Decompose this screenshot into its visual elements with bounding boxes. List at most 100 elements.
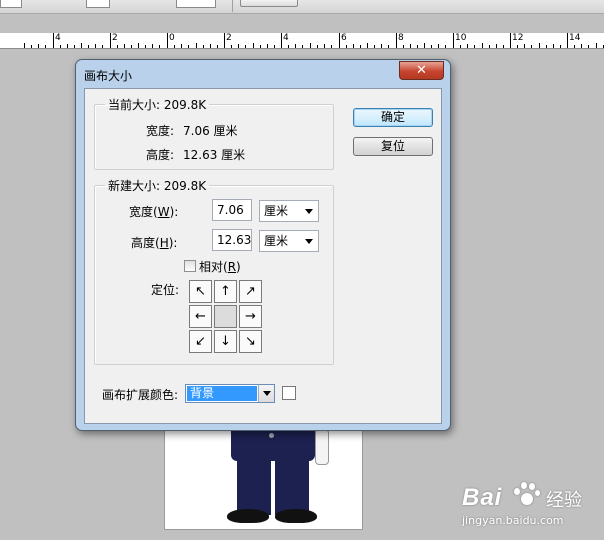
option-field[interactable]	[86, 0, 110, 8]
ruler-minor-tick	[60, 45, 61, 48]
anchor-middle-left[interactable]: ←	[189, 305, 212, 328]
ruler-minor-tick	[353, 44, 354, 48]
chevron-down-icon	[305, 239, 313, 244]
anchor-grid: ↖ ↑ ↗ ← → ↙ ↓ ↘	[189, 280, 263, 354]
ruler-tick	[167, 33, 168, 48]
ruler-minor-tick	[260, 45, 261, 48]
ruler-minor-tick	[124, 44, 125, 48]
option-button[interactable]	[240, 0, 298, 7]
anchor-bottom-center[interactable]: ↓	[214, 330, 237, 353]
dialog-titlebar[interactable]: 画布大小 ✕	[76, 60, 450, 88]
ruler-minor-tick	[588, 45, 589, 48]
reset-button[interactable]: 复位	[353, 137, 433, 156]
canvas-size-dialog: 画布大小 ✕ 当前大小: 209.8K 宽度: 7.06 厘米 高度: 12.6…	[75, 59, 451, 431]
anchor-top-left[interactable]: ↖	[189, 280, 212, 303]
ruler-minor-tick	[360, 45, 361, 48]
current-size-legend: 当前大小: 209.8K	[108, 98, 207, 112]
ruler-minor-tick	[524, 44, 525, 48]
close-button[interactable]: ✕	[399, 61, 444, 80]
ruler-tick	[596, 43, 597, 48]
ruler-tick	[81, 43, 82, 48]
new-width-label: 宽度(W):	[129, 205, 179, 219]
anchor-middle-right[interactable]: →	[239, 305, 262, 328]
ruler-label: 4	[283, 33, 289, 43]
figure-leg	[275, 455, 309, 515]
ok-button[interactable]: 确定	[353, 108, 433, 127]
ruler-minor-tick	[417, 45, 418, 48]
ruler-minor-tick	[438, 44, 439, 48]
dialog-body: 当前大小: 209.8K 宽度: 7.06 厘米 高度: 12.63 厘米 确定…	[84, 88, 442, 424]
option-field[interactable]	[0, 0, 22, 8]
relative-checkbox[interactable]	[184, 260, 196, 272]
width-unit-select[interactable]: 厘米	[259, 200, 319, 222]
option-field[interactable]	[176, 0, 216, 8]
figure-leg	[237, 455, 271, 515]
ruler-tick	[396, 33, 397, 48]
anchor-bottom-left[interactable]: ↙	[189, 330, 212, 353]
height-input[interactable]: 12.63	[212, 229, 252, 251]
ruler-minor-tick	[174, 45, 175, 48]
ruler-minor-tick	[381, 44, 382, 48]
ruler-label: 14	[569, 33, 581, 43]
ruler-minor-tick	[38, 44, 39, 48]
watermark-jingyan: 经验	[546, 490, 582, 511]
ruler-minor-tick	[288, 45, 289, 48]
ruler-tick	[424, 43, 425, 48]
width-input[interactable]: 7.06	[212, 199, 252, 221]
relative-label: 相对(R)	[199, 260, 241, 274]
options-separator	[232, 0, 233, 12]
ruler-minor-tick	[317, 45, 318, 48]
ruler-minor-tick	[431, 45, 432, 48]
new-size-legend: 新建大小: 209.8K	[108, 179, 207, 193]
horizontal-ruler: 4 2 0 2 4 6 8 10 12 14	[0, 32, 604, 49]
chevron-down-icon[interactable]	[258, 385, 274, 402]
ruler-minor-tick	[245, 45, 246, 48]
ruler-minor-tick	[159, 45, 160, 48]
ruler-minor-tick	[267, 44, 268, 48]
ruler-minor-tick	[445, 45, 446, 48]
anchor-top-right[interactable]: ↗	[239, 280, 262, 303]
chevron-down-icon	[305, 209, 313, 214]
ruler-minor-tick	[95, 44, 96, 48]
ruler-minor-tick	[203, 45, 204, 48]
ruler-minor-tick	[474, 45, 475, 48]
ruler-minor-tick	[331, 45, 332, 48]
ruler-minor-tick	[45, 45, 46, 48]
extension-color-label: 画布扩展颜色:	[102, 388, 179, 402]
ruler-minor-tick	[553, 44, 554, 48]
extension-color-value: 背景	[187, 386, 257, 401]
ruler-minor-tick	[181, 44, 182, 48]
ruler-tick	[281, 33, 282, 48]
anchor-top-center[interactable]: ↑	[214, 280, 237, 303]
ruler-tick	[482, 43, 483, 48]
ruler-minor-tick	[145, 45, 146, 48]
ruler-minor-tick	[67, 44, 68, 48]
anchor-bottom-right[interactable]: ↘	[239, 330, 262, 353]
ruler-tick	[253, 43, 254, 48]
ruler-minor-tick	[231, 45, 232, 48]
options-bar	[0, 0, 604, 14]
height-unit-select[interactable]: 厘米	[259, 230, 319, 252]
ruler-tick	[24, 43, 25, 48]
ruler-label: 10	[455, 33, 467, 43]
ruler-label: 4	[55, 33, 61, 43]
ruler-minor-tick	[74, 45, 75, 48]
ruler-minor-tick	[188, 45, 189, 48]
extension-color-select[interactable]: 背景	[185, 384, 275, 403]
ruler-tick	[453, 33, 454, 48]
current-width-value: 7.06 厘米	[183, 124, 238, 138]
ruler-label: 12	[512, 33, 524, 43]
ruler-minor-tick	[217, 45, 218, 48]
ruler-tick	[196, 43, 197, 48]
watermark-brand: Bai	[462, 484, 503, 511]
ruler-tick	[539, 43, 540, 48]
ruler-minor-tick	[374, 45, 375, 48]
ruler-minor-tick	[410, 44, 411, 48]
extension-color-swatch[interactable]	[282, 386, 296, 400]
ruler-minor-tick	[460, 45, 461, 48]
ruler-tick	[53, 33, 54, 48]
ruler-minor-tick	[295, 44, 296, 48]
anchor-center[interactable]	[214, 305, 237, 328]
ruler-minor-tick	[388, 45, 389, 48]
new-height-label: 高度(H):	[131, 236, 178, 250]
